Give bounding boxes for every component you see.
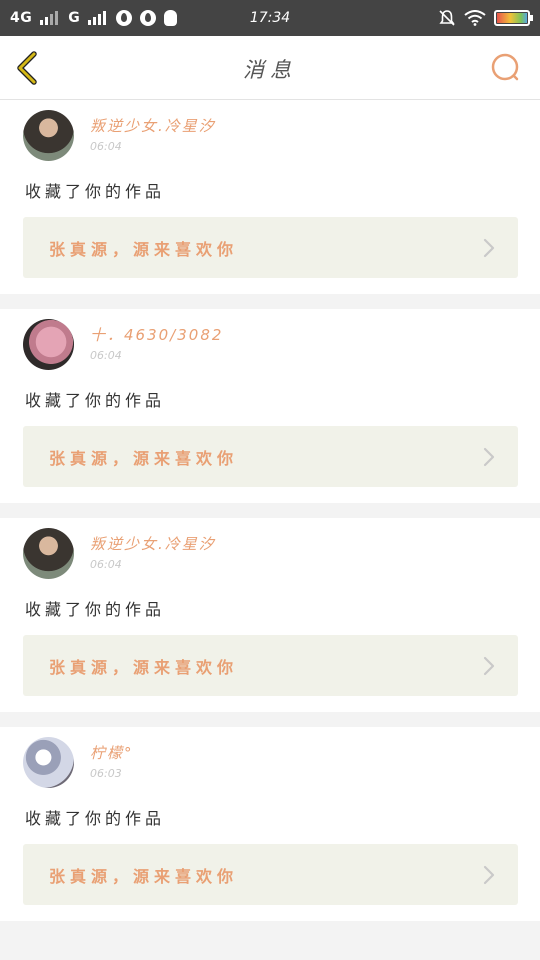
mute-bell-icon xyxy=(439,10,455,26)
timestamp: 06:04 xyxy=(90,349,122,362)
message-card: 柠檬° 06:03 收藏了你的作品 张真源，源来喜欢你 xyxy=(0,727,540,921)
timestamp: 06:03 xyxy=(90,767,122,780)
action-text: 收藏了你的作品 xyxy=(25,182,166,201)
message-card: 十．4630/3082 06:04 收藏了你的作品 张真源，源来喜欢你 xyxy=(0,309,540,503)
work-title: 张真源，源来喜欢你 xyxy=(49,658,239,677)
message-list: 叛逆少女.冷星汐 06:04 收藏了你的作品 张真源，源来喜欢你 十．4630/… xyxy=(0,100,540,936)
timestamp: 06:04 xyxy=(90,558,122,571)
message-card: 叛逆少女.冷星汐 06:04 收藏了你的作品 张真源，源来喜欢你 xyxy=(0,100,540,294)
work-title: 张真源，源来喜欢你 xyxy=(49,867,239,886)
chevron-right-icon xyxy=(483,865,495,885)
status-right xyxy=(438,9,533,27)
search-icon xyxy=(491,53,519,81)
work-link[interactable]: 张真源，源来喜欢你 xyxy=(23,844,518,905)
chevron-right-icon xyxy=(483,447,495,467)
wifi-icon xyxy=(464,10,486,26)
timestamp: 06:04 xyxy=(90,140,122,153)
work-link[interactable]: 张真源，源来喜欢你 xyxy=(23,635,518,696)
username[interactable]: 十．4630/3082 xyxy=(90,324,223,345)
avatar[interactable] xyxy=(23,319,74,370)
message-card: 叛逆少女.冷星汐 06:04 收藏了你的作品 张真源，源来喜欢你 xyxy=(0,518,540,712)
work-title: 张真源，源来喜欢你 xyxy=(49,240,239,259)
work-title: 张真源，源来喜欢你 xyxy=(49,449,239,468)
chevron-right-icon xyxy=(483,238,495,258)
username[interactable]: 柠檬° xyxy=(90,742,134,763)
nav-bar: 消息 xyxy=(0,36,540,100)
action-text: 收藏了你的作品 xyxy=(25,600,166,619)
username[interactable]: 叛逆少女.冷星汐 xyxy=(90,115,216,136)
chevron-right-icon xyxy=(483,656,495,676)
work-link[interactable]: 张真源，源来喜欢你 xyxy=(23,426,518,487)
page-title: 消息 xyxy=(243,58,297,82)
action-text: 收藏了你的作品 xyxy=(25,809,166,828)
avatar[interactable] xyxy=(23,737,74,788)
battery-icon xyxy=(494,10,533,26)
search-button[interactable] xyxy=(490,52,522,84)
status-bar: 4G G 17:34 xyxy=(0,0,540,36)
username[interactable]: 叛逆少女.冷星汐 xyxy=(90,533,216,554)
action-text: 收藏了你的作品 xyxy=(25,391,166,410)
avatar[interactable] xyxy=(23,528,74,579)
avatar[interactable] xyxy=(23,110,74,161)
work-link[interactable]: 张真源，源来喜欢你 xyxy=(23,217,518,278)
